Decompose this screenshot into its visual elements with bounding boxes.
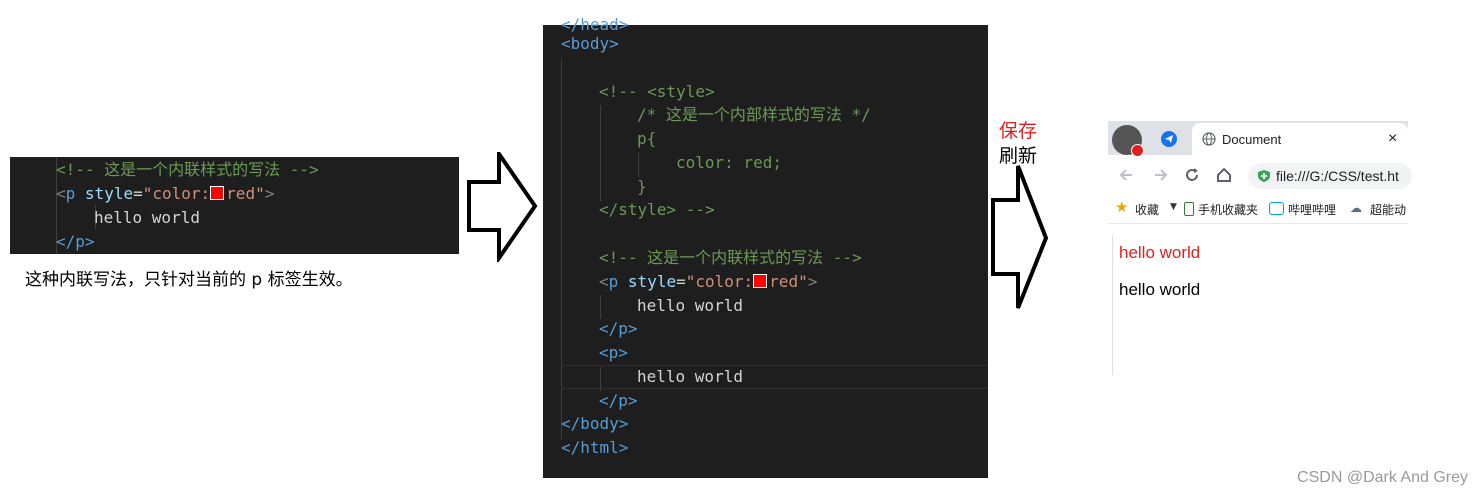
code-line-hello1: hello world: [637, 296, 743, 315]
code-line-css-comment: /* 这是一个内部样式的写法 */: [637, 105, 871, 124]
code-line-p-open2: <p>: [599, 343, 628, 362]
back-icon[interactable]: [1118, 166, 1136, 184]
address-bar[interactable]: file:///G:/CSS/test.ht: [1248, 163, 1412, 189]
bookmarks-bar: ★ 收藏 ▼ 手机收藏夹 哔哩哔哩 ☁ 超能动: [1108, 197, 1408, 224]
rendered-paragraph-black: hello world: [1119, 280, 1201, 299]
left-caption: 这种内联写法，只针对当前的 p 标签生效。: [25, 270, 353, 290]
right-arrow-icon: [467, 152, 538, 262]
code-line-body-open: <body>: [561, 34, 619, 53]
code-line-declaration: color: red;: [676, 153, 782, 172]
star-icon: ★: [1115, 198, 1129, 216]
code-line-p-close: </p>: [56, 232, 95, 251]
code-line-body-close: </body>: [561, 414, 629, 433]
reload-icon[interactable]: [1183, 166, 1201, 184]
globe-icon: [1202, 132, 1216, 146]
code-line-comment: <!-- 这是一个内联样式的写法 -->: [56, 160, 319, 179]
code-line-html-close: </html>: [561, 438, 629, 457]
close-icon[interactable]: ×: [1388, 130, 1397, 148]
code-line-style-comment-open: <!-- <style>: [599, 82, 715, 101]
code-line-p-open: <<pp style="color:red">: [56, 184, 275, 203]
color-swatch[interactable]: [210, 186, 225, 200]
bookmark-cloud[interactable]: 超能动: [1370, 201, 1408, 218]
code-line-p-close1: </p>: [599, 319, 638, 338]
rendered-paragraph-red: hello world: [1119, 243, 1201, 262]
code-line-text: hello world: [94, 208, 200, 227]
code-line-hello2: hello world: [637, 367, 743, 386]
left-code-panel: <!-- 这是一个内联样式的写法 --> <<pp style="color:r…: [10, 157, 459, 254]
code-line-selector: p{: [637, 129, 657, 148]
browser-window: Document × file:///G:/CSS/test.ht ★ 收藏 ▼…: [1108, 121, 1412, 381]
watermark: CSDN @Dark And Grey: [1297, 469, 1468, 486]
bilibili-icon: [1269, 202, 1284, 215]
forward-icon[interactable]: [1151, 166, 1169, 184]
color-swatch[interactable]: [753, 274, 768, 288]
bookmark-favorites[interactable]: 收藏: [1135, 201, 1159, 218]
save-label: 保存: [999, 120, 1038, 142]
code-line-brace-close: }: [637, 177, 647, 196]
home-icon[interactable]: [1215, 166, 1233, 184]
secure-shield-icon: [1258, 170, 1270, 182]
telegram-icon[interactable]: [1160, 130, 1178, 148]
code-line-style-comment-close: </style> -->: [599, 200, 715, 219]
code-line-inline-comment: <!-- 这是一个内联样式的写法 -->: [599, 248, 862, 267]
chevron-down-icon[interactable]: ▼: [1170, 202, 1177, 212]
tab-title: Document: [1222, 132, 1282, 147]
middle-code-panel: </head> <body> <!-- <style> /* 这是一个内部样式的…: [543, 15, 988, 478]
right-arrow-icon: [991, 165, 1049, 309]
code-line-p-open: <p style="color: red">: [599, 272, 818, 291]
bookmark-bilibili[interactable]: 哔哩哔哩: [1288, 201, 1336, 218]
bookmark-phone[interactable]: 手机收藏夹: [1198, 201, 1258, 218]
avatar[interactable]: [1112, 125, 1144, 157]
alert-badge-icon: [1131, 144, 1144, 157]
code-line-p-close2: </p>: [599, 391, 638, 410]
cloud-icon: ☁: [1350, 201, 1362, 215]
viewport-edge: [1112, 235, 1113, 375]
phone-icon: [1184, 202, 1194, 216]
tab-document[interactable]: Document ×: [1192, 123, 1408, 155]
address-text: file:///G:/CSS/test.ht: [1276, 168, 1399, 184]
